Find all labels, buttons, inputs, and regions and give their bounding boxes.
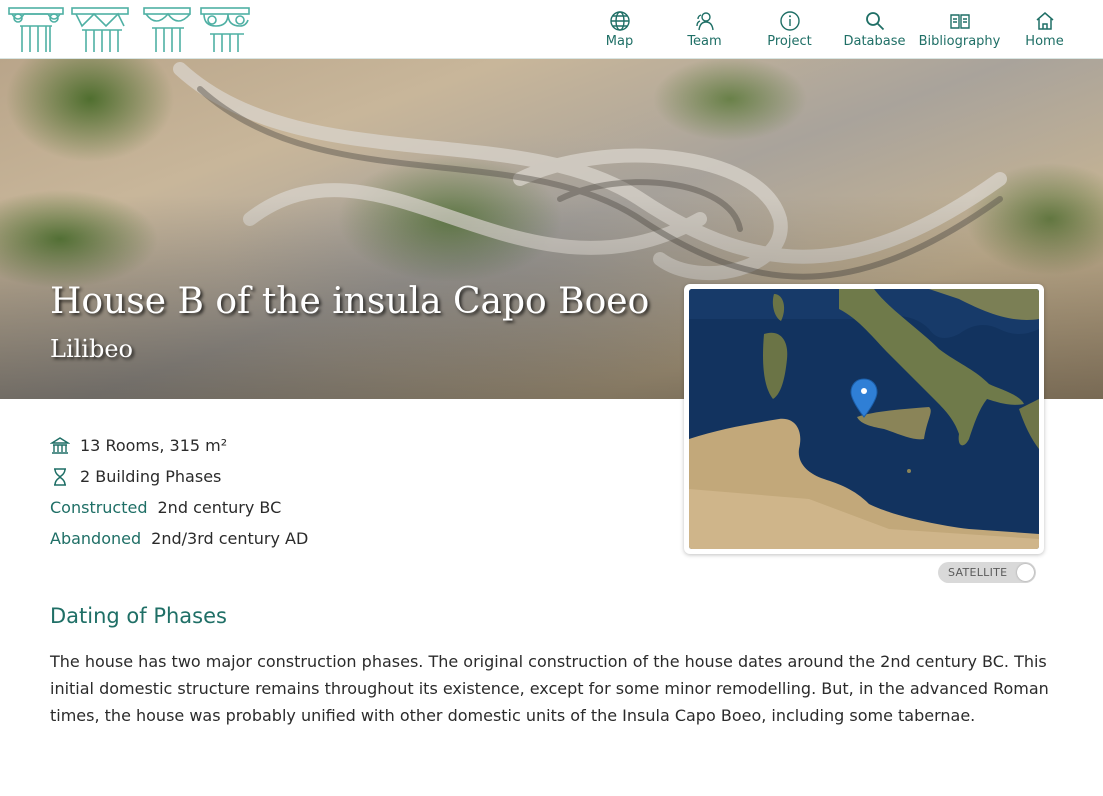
satellite-map[interactable] bbox=[689, 289, 1039, 549]
satellite-toggle[interactable]: SATELLITE bbox=[938, 562, 1036, 583]
fact-constructed: Constructed 2nd century BC bbox=[50, 492, 308, 523]
globe-icon bbox=[609, 11, 630, 31]
nav-item-project[interactable]: Project bbox=[747, 0, 832, 59]
search-icon bbox=[865, 12, 884, 31]
museum-icon bbox=[50, 436, 70, 454]
book-icon bbox=[949, 14, 970, 29]
hourglass-icon bbox=[54, 467, 66, 486]
nav-item-map[interactable]: Map bbox=[577, 0, 662, 59]
site-logo[interactable] bbox=[6, 4, 251, 56]
fact-phases: 2 Building Phases bbox=[50, 461, 308, 492]
info-icon bbox=[779, 11, 800, 31]
nav-label-map: Map bbox=[605, 34, 634, 49]
page-subtitle: Lilibeo bbox=[50, 335, 133, 363]
location-map-card bbox=[684, 284, 1044, 554]
fact-rooms-value: 13 Rooms, 315 m² bbox=[80, 436, 228, 455]
constructed-label: Constructed bbox=[50, 498, 148, 517]
toggle-knob[interactable] bbox=[1017, 564, 1034, 581]
nav-menu: Map Team Project Database Bibliography H… bbox=[577, 0, 1087, 59]
nav-label-home: Home bbox=[1025, 34, 1064, 49]
nav-item-team[interactable]: Team bbox=[662, 0, 747, 59]
satellite-toggle-label: SATELLITE bbox=[948, 566, 1008, 579]
nav-item-home[interactable]: Home bbox=[1002, 0, 1087, 59]
constructed-value: 2nd century BC bbox=[157, 498, 282, 517]
section-heading: Dating of Phases bbox=[50, 604, 227, 628]
section-paragraph: The house has two major construction pha… bbox=[50, 652, 1049, 725]
home-icon bbox=[1036, 12, 1053, 30]
fact-phases-value: 2 Building Phases bbox=[80, 467, 222, 486]
top-navigation: Map Team Project Database Bibliography H… bbox=[0, 0, 1103, 59]
fact-rooms: 13 Rooms, 315 m² bbox=[50, 430, 308, 461]
nav-label-project: Project bbox=[767, 34, 812, 49]
nav-label-team: Team bbox=[687, 34, 722, 49]
nav-item-bibliography[interactable]: Bibliography bbox=[917, 0, 1002, 59]
nav-item-database[interactable]: Database bbox=[832, 0, 917, 59]
abandoned-label: Abandoned bbox=[50, 529, 142, 548]
capitals-logo-icon bbox=[8, 7, 250, 52]
abandoned-value: 2nd/3rd century AD bbox=[151, 529, 309, 548]
page-title: House B of the insula Capo Boeo bbox=[50, 281, 650, 322]
team-icon bbox=[695, 12, 714, 31]
nav-label-bibliography: Bibliography bbox=[918, 34, 1001, 49]
map-pin-icon[interactable] bbox=[689, 289, 1039, 549]
nav-label-database: Database bbox=[843, 34, 906, 49]
site-facts: 13 Rooms, 315 m² 2 Building Phases Const… bbox=[50, 430, 308, 554]
fact-abandoned: Abandoned 2nd/3rd century AD bbox=[50, 523, 308, 554]
